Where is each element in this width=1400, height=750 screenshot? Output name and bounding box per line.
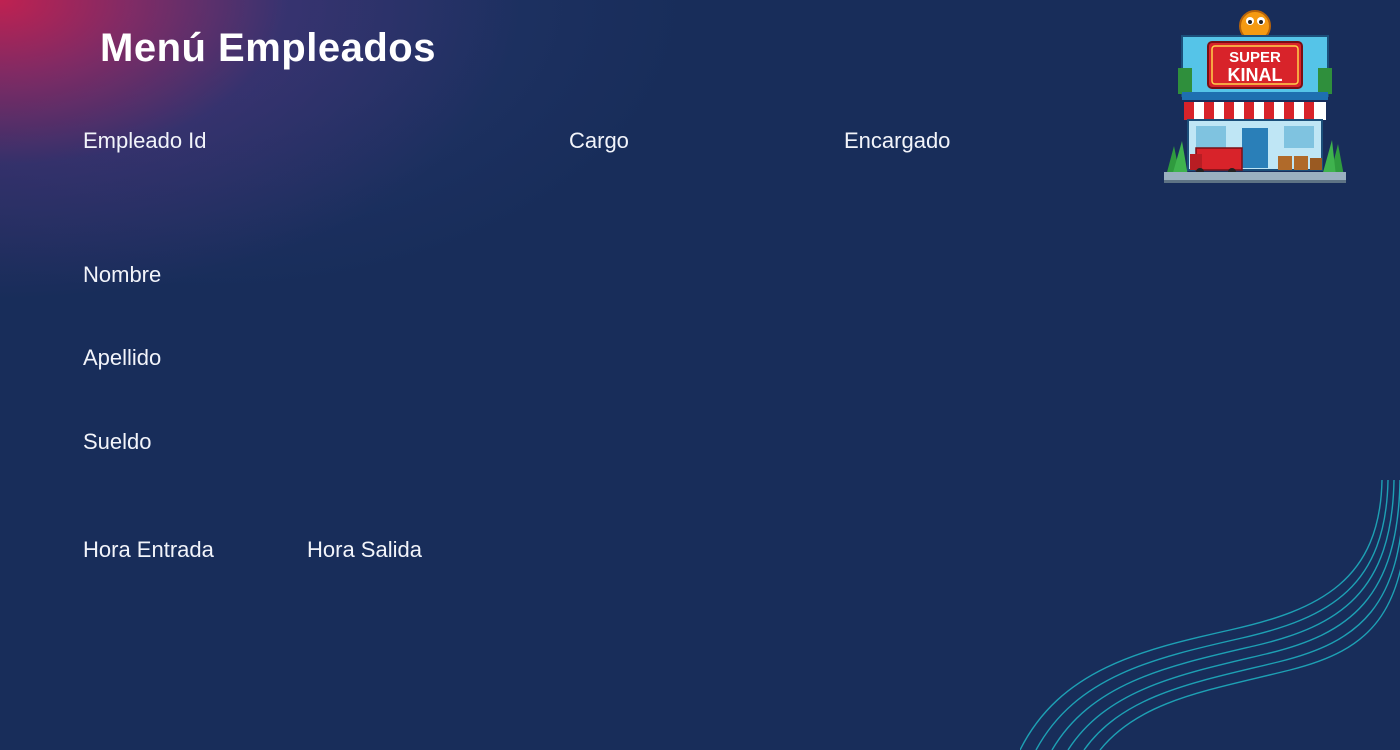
decorative-waves: [1020, 480, 1400, 750]
nombre-label: Nombre: [83, 262, 162, 287]
hora-entrada-label: Hora Entrada: [83, 537, 214, 562]
empleado-id-label: Empleado Id: [83, 128, 207, 153]
logo-text-super: SUPER: [1229, 49, 1281, 66]
super-kinal-logo: SUPER KINAL: [1164, 10, 1346, 183]
sueldo-label: Sueldo: [83, 429, 152, 454]
logo-text-kinal: KINAL: [1228, 65, 1283, 85]
page-title: Menú Empleados: [100, 26, 436, 70]
cargo-label: Cargo: [569, 128, 629, 153]
hora-salida-label: Hora Salida: [307, 537, 422, 562]
encargado-label: Encargado: [844, 128, 951, 153]
apellido-label: Apellido: [83, 345, 162, 370]
awning: [1184, 102, 1326, 120]
